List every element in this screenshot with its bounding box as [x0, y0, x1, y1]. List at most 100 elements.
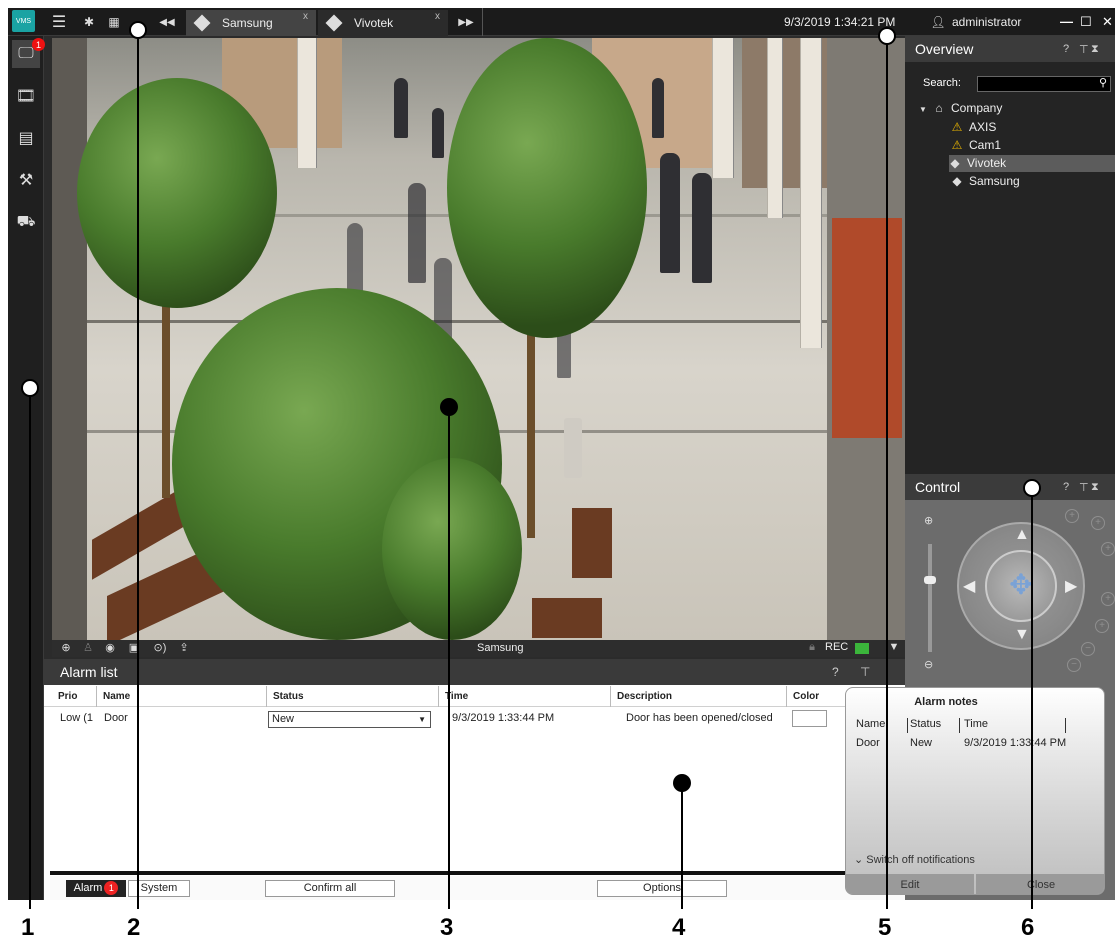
film-icon: 🎞︎	[15, 88, 37, 105]
column-status[interactable]: Status	[266, 686, 438, 707]
sidebar-item-reports[interactable]: ▤	[12, 124, 40, 152]
camera-video-view[interactable]	[52, 38, 905, 640]
monitor-icon: 🖵︎	[18, 45, 34, 62]
camera-tag-icon	[193, 14, 211, 32]
ptz-down-icon[interactable]: ▼	[1014, 626, 1030, 644]
tree-item-samsung[interactable]: ◆ Samsung	[951, 173, 1111, 190]
minimize-icon[interactable]: —	[1060, 8, 1073, 36]
lock-icon[interactable]: 🔒︎	[804, 641, 820, 656]
person-icon[interactable]: ♙	[80, 641, 96, 656]
tree-item-vivotek[interactable]: ◆ Vivotek	[949, 155, 1115, 172]
preset-icon[interactable]: +	[1095, 619, 1109, 633]
tab-vivotek[interactable]: Vivotek x	[318, 10, 448, 36]
camera-warning-icon: ⚠	[951, 120, 963, 134]
preset-icon[interactable]: −	[1081, 642, 1095, 656]
column-name[interactable]: Name	[96, 686, 266, 707]
preset-icon[interactable]: −	[1067, 658, 1081, 672]
list-icon: ▤	[18, 130, 34, 147]
callout-line-3	[448, 407, 450, 909]
ptz-right-icon[interactable]: ▶	[1065, 576, 1077, 596]
preset-icon[interactable]: +	[1091, 516, 1105, 530]
color-swatch[interactable]	[792, 710, 827, 727]
tabs-next-icon[interactable]: ▶▶	[457, 8, 475, 36]
tree-label: Company	[951, 101, 1003, 115]
help-icon[interactable]: ?	[832, 665, 839, 679]
snowflake-icon[interactable]: ✱	[80, 8, 98, 36]
sidebar-item-live-view[interactable]: 🖵︎ 1	[12, 38, 45, 68]
pin-icon[interactable]: ⊤	[860, 665, 870, 679]
audio-icon[interactable]: ⊙)	[148, 641, 172, 656]
callout-line-1	[29, 388, 31, 909]
options-button[interactable]: Options	[597, 880, 727, 897]
tree-label: AXIS	[969, 120, 997, 134]
tab-close-icon[interactable]: x	[435, 11, 440, 22]
sidebar-item-playback[interactable]: 🎞︎	[12, 82, 40, 110]
column-color[interactable]: Color	[786, 686, 846, 707]
cell-description: Door has been opened/closed	[626, 712, 773, 724]
search-input[interactable]: ⚲	[977, 76, 1111, 92]
callout-number-4: 4	[672, 914, 686, 941]
tree-item-axis[interactable]: ⚠ AXIS	[951, 119, 1111, 136]
preset-icon[interactable]: +	[1065, 509, 1079, 523]
column-time[interactable]: Time	[438, 686, 610, 707]
maximize-icon[interactable]: ☐	[1080, 8, 1092, 36]
column-description[interactable]: Description	[610, 686, 786, 707]
collapse-icon[interactable]: ▼	[919, 101, 927, 118]
column-prio[interactable]: Prio	[52, 686, 96, 707]
video-toolbar: ⊕ ♙ ◉ ▣ ⊙) ⇪ Samsung 🔒︎ REC ▼	[52, 640, 905, 657]
snapshot-icon[interactable]: ▣	[126, 641, 142, 656]
help-icon[interactable]: ?	[1063, 43, 1069, 55]
status-select[interactable]: New ▼	[268, 711, 431, 728]
username[interactable]: administrator	[952, 8, 1021, 36]
help-icon[interactable]: ?	[1063, 481, 1069, 493]
zoom-icon[interactable]: ⊕	[58, 641, 74, 656]
left-sidebar: 🖵︎ 1 🎞︎ ▤ ⚒ ⛟	[8, 36, 45, 900]
notes-cell-name: Door	[856, 737, 880, 749]
close-window-icon[interactable]: ✕	[1102, 8, 1113, 36]
dropdown-icon[interactable]: ▼	[886, 641, 902, 656]
camera-icon: ◆	[950, 156, 960, 170]
preset-icon[interactable]: +	[1101, 592, 1115, 606]
layout-icon[interactable]: ▦	[104, 8, 124, 36]
tabs-prev-icon[interactable]: ◀◀	[158, 8, 176, 36]
tab-label: Vivotek	[354, 16, 394, 30]
hourglass-icon[interactable]: ⧗	[1091, 481, 1099, 494]
ptz-up-icon[interactable]: ▲	[1014, 526, 1030, 544]
camera-warning-icon: ⚠	[951, 138, 963, 152]
preset-icon[interactable]: +	[1101, 542, 1115, 556]
confirm-all-button[interactable]: Confirm all	[265, 880, 395, 897]
zoom-out-icon[interactable]: ⊖	[924, 658, 933, 671]
alarm-list-panel: Alarm list ? ⊤ Prio Name Status Time Des…	[44, 659, 905, 900]
tab-samsung[interactable]: Samsung x	[186, 10, 316, 36]
divider	[50, 871, 905, 875]
pin-icon[interactable]: ⊤	[1079, 43, 1089, 56]
close-button[interactable]: Close	[976, 874, 1104, 894]
rec-label: REC	[825, 641, 849, 653]
tab-close-icon[interactable]: x	[303, 11, 308, 22]
sidebar-item-settings[interactable]: ⚒	[12, 166, 40, 194]
alarm-count-badge: 1	[32, 38, 45, 51]
switch-off-notifications[interactable]: ⌄ Switch off notifications	[854, 853, 975, 866]
eye-icon[interactable]: ◉	[102, 641, 118, 656]
zoom-in-icon[interactable]: ⊕	[924, 514, 933, 527]
ptz-left-icon[interactable]: ◀	[963, 576, 975, 596]
menu-icon[interactable]: ☰	[48, 8, 70, 36]
sidebar-item-vehicle[interactable]: ⛟	[12, 208, 40, 236]
alarm-tab-badge: 1	[104, 881, 119, 895]
tree-item-company[interactable]: ▼ ⌂ Company	[919, 100, 1109, 117]
edit-button[interactable]: Edit	[846, 874, 974, 894]
zoom-slider[interactable]	[928, 544, 932, 652]
cell-time: 9/3/2019 1:33:44 PM	[452, 712, 555, 724]
tree-item-cam1[interactable]: ⚠ Cam1	[951, 137, 1111, 154]
search-icon[interactable]: ⚲	[1099, 76, 1107, 89]
pin-icon[interactable]: ⊤	[1079, 481, 1089, 494]
camera-icon: ◆	[952, 174, 962, 188]
hourglass-icon[interactable]: ⧗	[1091, 43, 1099, 56]
notes-column-status: Status	[910, 718, 960, 733]
callout-line-2	[137, 31, 139, 909]
alarm-tab-button[interactable]: Alarm 1	[66, 880, 126, 897]
chevron-down-icon: ⌄	[854, 854, 864, 866]
zoom-slider-knob[interactable]	[924, 576, 936, 584]
export-icon[interactable]: ⇪	[176, 641, 192, 656]
notes-column-time: Time	[964, 718, 1066, 733]
